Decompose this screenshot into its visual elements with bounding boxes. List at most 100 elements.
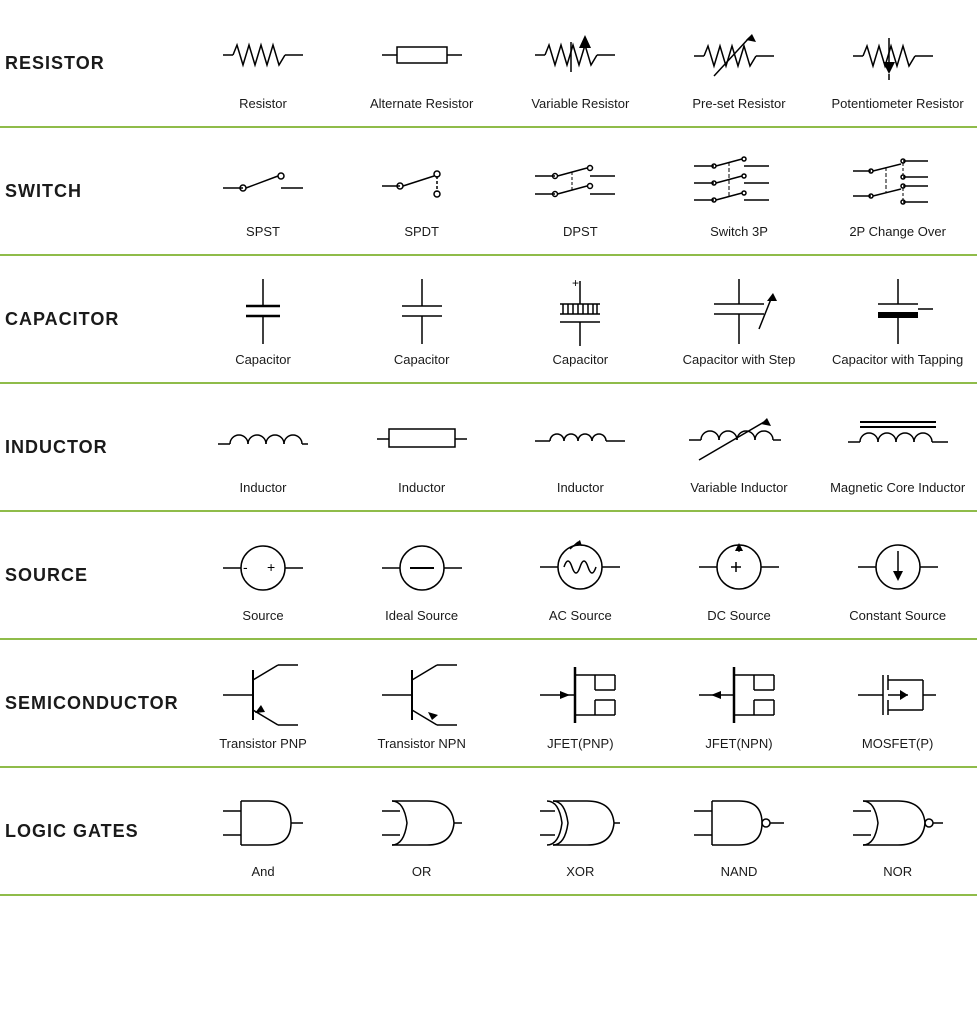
ind-variable-graphic: [689, 404, 789, 474]
pnp-graphic: [223, 660, 303, 730]
and-label: And: [251, 864, 274, 879]
symbol-and: And: [186, 788, 341, 879]
xor-label: XOR: [566, 864, 594, 879]
symbol-mosfet: MOSFET(P): [820, 660, 975, 751]
symbol-ind-variable: Variable Inductor: [661, 404, 816, 495]
symbols-row-semiconductor: Transistor PNP: [184, 650, 977, 756]
dpst-label: DPST: [563, 224, 598, 239]
symbol-or: OR: [344, 788, 499, 879]
cap-polar-graphic: +: [550, 276, 610, 346]
symbol-cap-tapping: Capacitor with Tapping: [820, 276, 975, 367]
ind-basic-label: Inductor: [240, 480, 287, 495]
jfet-pnp-graphic: [540, 660, 620, 730]
symbol-ind-magnetic: Magnetic Core Inductor: [820, 404, 975, 495]
ideal-source-label: Ideal Source: [385, 608, 458, 623]
nor-label: NOR: [883, 864, 912, 879]
symbol-dc-source: DC Source: [661, 532, 816, 623]
ind-basic-graphic: [218, 404, 308, 474]
symbols-row-capacitor: Capacitor Capacitor: [184, 266, 977, 372]
symbol-ind-small: Inductor: [503, 404, 658, 495]
section-label-logic: LOGIC GATES: [0, 767, 184, 895]
cap-polar-label: Capacitor: [553, 352, 609, 367]
mosfet-graphic: [858, 660, 938, 730]
npn-label: Transistor NPN: [377, 736, 465, 751]
symbol-preset-resistor: Pre-set Resistor: [661, 20, 816, 111]
jfet-pnp-label: JFET(PNP): [547, 736, 613, 751]
cap-step-graphic: [699, 276, 779, 346]
section-switch: SWITCH SPST: [0, 127, 977, 255]
main-table: RESISTOR Resistor: [0, 0, 977, 896]
symbol-pot-resistor: Potentiometer Resistor: [820, 20, 975, 111]
section-label-inductor: INDUCTOR: [0, 383, 184, 511]
symbols-cell-logic: And OR: [184, 767, 977, 895]
cap-basic-graphic: [238, 276, 288, 346]
switch3p-label: Switch 3P: [710, 224, 768, 239]
symbol-cap-basic: Capacitor: [186, 276, 341, 367]
cap-standard-label: Capacitor: [394, 352, 450, 367]
section-resistor: RESISTOR Resistor: [0, 0, 977, 127]
ind-alt-graphic: [377, 404, 467, 474]
symbol-alt-resistor: Alternate Resistor: [344, 20, 499, 111]
symbol-npn: Transistor NPN: [344, 660, 499, 751]
alt-resistor-graphic: [382, 20, 462, 90]
ind-variable-label: Variable Inductor: [690, 480, 787, 495]
ac-source-graphic: [540, 532, 620, 602]
symbol-dpst: DPST: [503, 148, 658, 239]
symbol-ind-basic: Inductor: [186, 404, 341, 495]
symbols-row-resistor: Resistor Alternate Resistor: [184, 10, 977, 116]
symbol-nand: NAND: [661, 788, 816, 879]
symbol-resistor: Resistor: [186, 20, 341, 111]
nor-graphic: [853, 788, 943, 858]
section-label-resistor: RESISTOR: [0, 0, 184, 127]
svg-text:+: +: [267, 559, 275, 575]
xor-graphic: [540, 788, 620, 858]
spst-graphic: [223, 148, 303, 218]
spdt-graphic: [382, 148, 462, 218]
section-capacitor: CAPACITOR Capacitor: [0, 255, 977, 383]
pot-resistor-graphic: [853, 20, 943, 90]
symbol-pnp: Transistor PNP: [186, 660, 341, 751]
symbol-ac-source: AC Source: [503, 532, 658, 623]
symbols-cell-resistor: Resistor Alternate Resistor: [184, 0, 977, 127]
symbols-cell-semiconductor: Transistor PNP: [184, 639, 977, 767]
or-label: OR: [412, 864, 432, 879]
nand-graphic: [694, 788, 784, 858]
symbol-cap-step: Capacitor with Step: [661, 276, 816, 367]
pnp-label: Transistor PNP: [219, 736, 307, 751]
alt-resistor-label: Alternate Resistor: [370, 96, 473, 111]
spdt-label: SPDT: [404, 224, 439, 239]
symbols-cell-capacitor: Capacitor Capacitor: [184, 255, 977, 383]
ac-source-label: AC Source: [549, 608, 612, 623]
symbols-row-inductor: Inductor Inductor: [184, 394, 977, 500]
spst-label: SPST: [246, 224, 280, 239]
preset-resistor-graphic: [694, 20, 784, 90]
symbol-source: - + Source: [186, 532, 341, 623]
ind-alt-label: Inductor: [398, 480, 445, 495]
ind-magnetic-graphic: [848, 404, 948, 474]
symbol-ideal-source: Ideal Source: [344, 532, 499, 623]
ind-small-graphic: [535, 404, 625, 474]
section-label-capacitor: CAPACITOR: [0, 255, 184, 383]
or-graphic: [382, 788, 462, 858]
symbols-row-switch: SPST SPDT: [184, 138, 977, 244]
symbol-cap-polar: +: [503, 276, 658, 367]
mosfet-label: MOSFET(P): [862, 736, 934, 751]
resistor-label: Resistor: [239, 96, 287, 111]
cap-basic-label: Capacitor: [235, 352, 291, 367]
ideal-source-graphic: [382, 532, 462, 602]
symbol-spst: SPST: [186, 148, 341, 239]
symbol-2p-changeover: 2P Change Over: [820, 148, 975, 239]
constant-source-graphic: [858, 532, 938, 602]
2p-changeover-label: 2P Change Over: [849, 224, 946, 239]
cap-step-label: Capacitor with Step: [683, 352, 796, 367]
symbol-switch3p: Switch 3P: [661, 148, 816, 239]
and-graphic: [223, 788, 303, 858]
section-label-source: SOURCE: [0, 511, 184, 639]
svg-text:-: -: [243, 559, 248, 575]
cap-tapping-graphic: [858, 276, 938, 346]
jfet-npn-graphic: [699, 660, 779, 730]
symbols-cell-switch: SPST SPDT: [184, 127, 977, 255]
dpst-graphic: [535, 148, 625, 218]
section-label-semiconductor: SEMICONDUCTOR: [0, 639, 184, 767]
section-source: SOURCE - + Source: [0, 511, 977, 639]
